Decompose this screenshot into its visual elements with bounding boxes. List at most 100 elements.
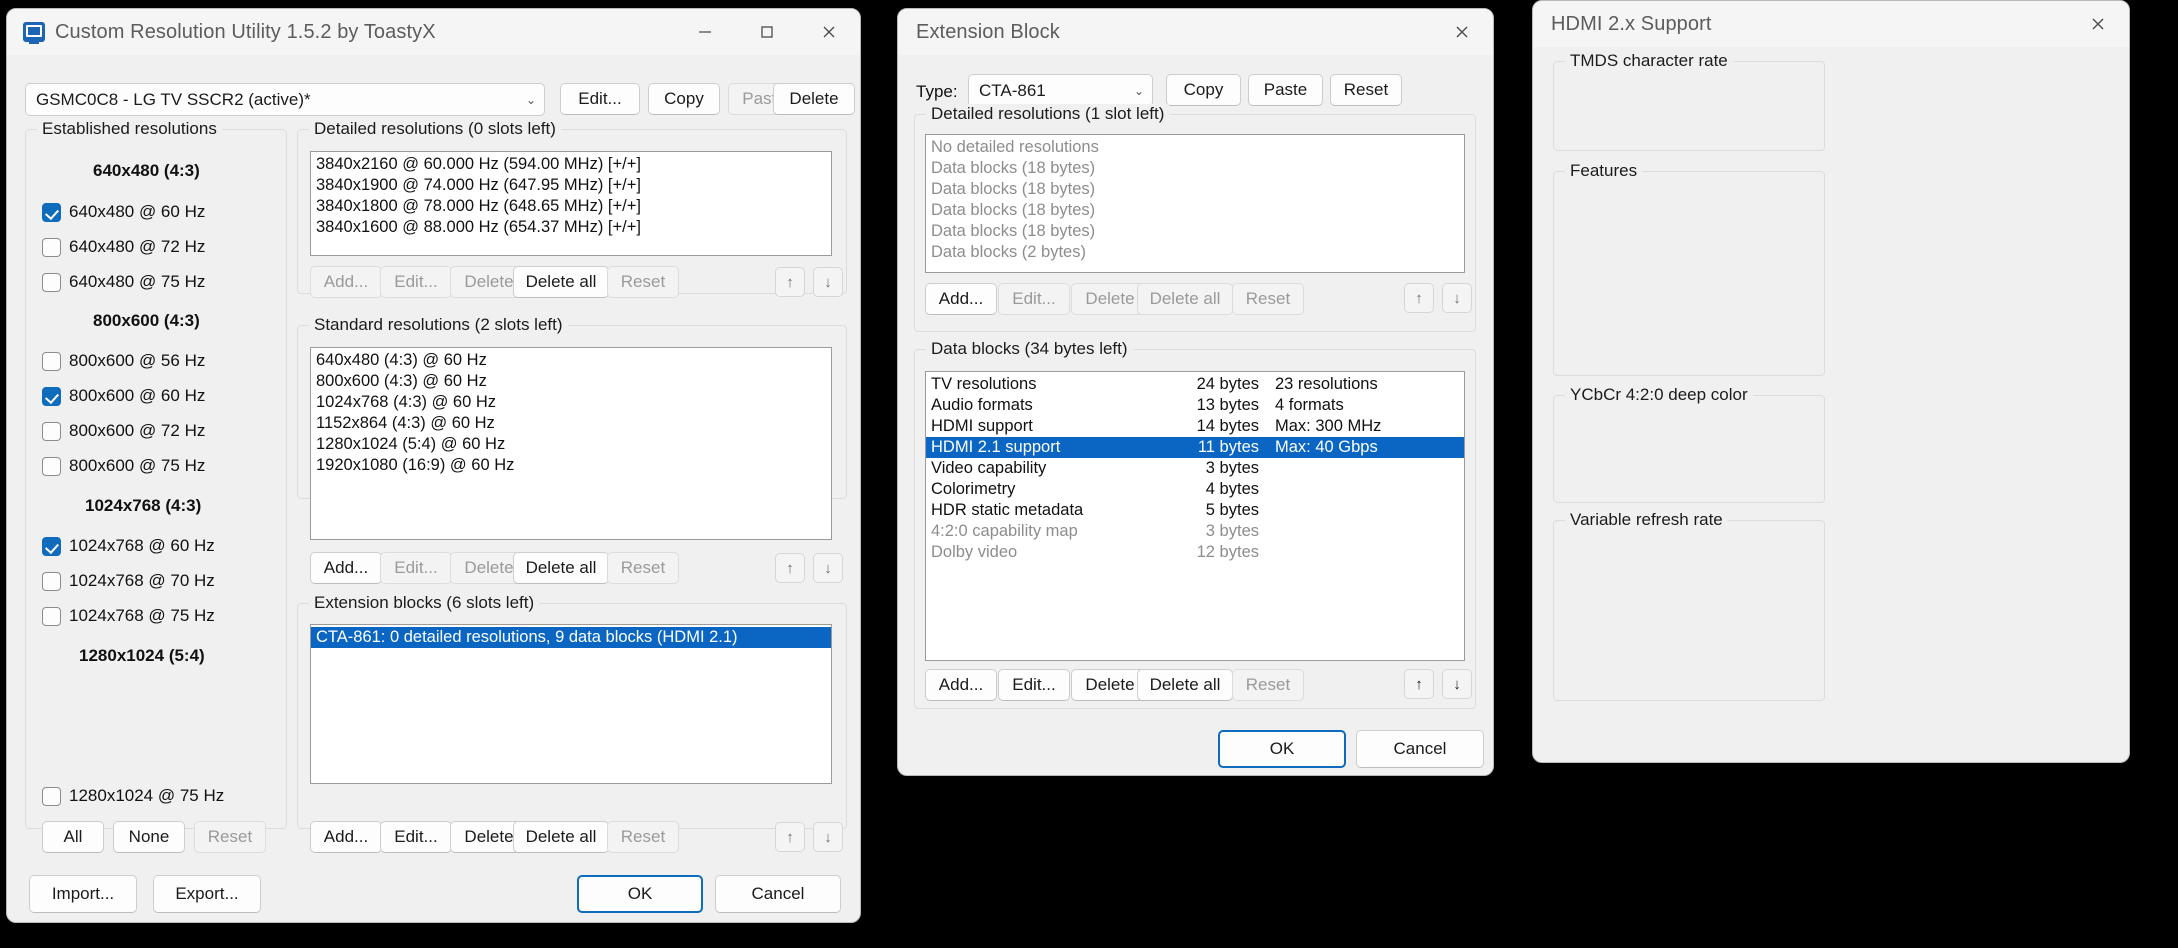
extension-type-select[interactable]: CTA-861 ⌄ [968, 74, 1153, 107]
extension-detailed-add-button[interactable]: Add... [925, 283, 997, 315]
arrow-down-icon[interactable]: ↓ [1442, 669, 1472, 699]
export-button[interactable]: Export... [153, 875, 261, 913]
copy-button[interactable]: Copy [648, 83, 720, 115]
extension-detailed-list[interactable]: No detailed resolutions Data blocks (18 … [925, 134, 1465, 273]
extension-cancel-button[interactable]: Cancel [1356, 730, 1484, 768]
established-item-640x480-60[interactable]: 640x480 @ 60 Hz [42, 202, 205, 222]
data-block-info: Max: 300 MHz [1275, 417, 1382, 435]
checkbox-icon[interactable] [42, 786, 61, 806]
detailed-resolutions-list[interactable]: 3840x2160 @ 60.000 Hz (594.00 MHz) [+/+]… [310, 151, 832, 256]
arrow-up-icon[interactable]: ↑ [775, 267, 805, 297]
table-row[interactable]: Colorimetry 4 bytes [926, 479, 1464, 500]
arrow-down-icon[interactable]: ↓ [813, 822, 843, 852]
arrow-down-icon[interactable]: ↓ [813, 553, 843, 583]
arrow-up-icon[interactable]: ↑ [775, 822, 805, 852]
established-all-button[interactable]: All [42, 821, 104, 853]
established-item-800x600-60[interactable]: 800x600 @ 60 Hz [42, 386, 205, 406]
list-item[interactable]: Data blocks (18 bytes) [926, 200, 1464, 221]
checkbox-icon[interactable] [42, 202, 61, 222]
established-item-640x480-72[interactable]: 640x480 @ 72 Hz [42, 237, 205, 257]
ok-button[interactable]: OK [577, 875, 703, 913]
standard-resolutions-list[interactable]: 640x480 (4:3) @ 60 Hz 800x600 (4:3) @ 60… [310, 347, 832, 540]
table-row[interactable]: TV resolutions 24 bytes 23 resolutions [926, 374, 1464, 395]
table-row[interactable]: Dolby video 12 bytes [926, 542, 1464, 563]
close-icon[interactable] [1431, 9, 1493, 55]
table-row[interactable]: HDR static metadata 5 bytes [926, 500, 1464, 521]
arrow-down-icon[interactable]: ↓ [1442, 283, 1472, 313]
list-item[interactable]: 640x480 (4:3) @ 60 Hz [311, 350, 831, 371]
checkbox-icon[interactable] [42, 351, 61, 371]
list-item[interactable]: 1152x864 (4:3) @ 60 Hz [311, 413, 831, 434]
extension-ok-button[interactable]: OK [1218, 730, 1346, 768]
established-item-1024x768-60[interactable]: 1024x768 @ 60 Hz [42, 536, 215, 556]
list-item[interactable]: No detailed resolutions [926, 137, 1464, 158]
checkbox-icon[interactable] [42, 237, 61, 257]
list-item[interactable]: Data blocks (18 bytes) [926, 179, 1464, 200]
list-item[interactable]: 1920x1080 (16:9) @ 60 Hz [311, 455, 831, 476]
established-item-640x480-75[interactable]: 640x480 @ 75 Hz [42, 272, 205, 292]
list-item[interactable]: 1280x1024 (5:4) @ 60 Hz [311, 434, 831, 455]
table-row[interactable]: HDMI support 14 bytes Max: 300 MHz [926, 416, 1464, 437]
import-button[interactable]: Import... [29, 875, 137, 913]
checkbox-icon[interactable] [42, 571, 61, 591]
cancel-button[interactable]: Cancel [715, 875, 841, 913]
list-item[interactable]: 3840x2160 @ 60.000 Hz (594.00 MHz) [+/+] [311, 154, 831, 175]
arrow-up-icon[interactable]: ↑ [1404, 283, 1434, 313]
list-item[interactable]: 3840x1900 @ 74.000 Hz (647.95 MHz) [+/+] [311, 175, 831, 196]
monitor-select[interactable]: GSMC0C8 - LG TV SSCR2 (active)* ⌄ [25, 83, 545, 116]
extblocks-edit-button[interactable]: Edit... [380, 821, 452, 853]
extension-paste-button[interactable]: Paste [1248, 74, 1323, 106]
extblocks-delete-all-button[interactable]: Delete all [513, 821, 609, 853]
established-resolutions-label: Established resolutions [37, 119, 222, 139]
checkbox-icon[interactable] [42, 456, 61, 476]
table-row[interactable]: 4:2:0 capability map 3 bytes [926, 521, 1464, 542]
checkbox-icon[interactable] [42, 421, 61, 441]
arrow-down-icon[interactable]: ↓ [813, 267, 843, 297]
data-block-name: Colorimetry [931, 480, 1016, 498]
established-item-1024x768-70[interactable]: 1024x768 @ 70 Hz [42, 571, 215, 591]
edit-button[interactable]: Edit... [560, 83, 640, 115]
established-item-1024x768-75[interactable]: 1024x768 @ 75 Hz [42, 606, 215, 626]
list-item[interactable]: 1024x768 (4:3) @ 60 Hz [311, 392, 831, 413]
extension-copy-button[interactable]: Copy [1166, 74, 1241, 106]
detailed-delete-all-button[interactable]: Delete all [513, 266, 609, 298]
checkbox-icon[interactable] [42, 606, 61, 626]
established-item-800x600-56[interactable]: 800x600 @ 56 Hz [42, 351, 205, 371]
data-blocks-edit-button[interactable]: Edit... [998, 669, 1070, 701]
extension-data-blocks-list[interactable]: TV resolutions 24 bytes 23 resolutions A… [925, 371, 1465, 661]
established-none-button[interactable]: None [113, 821, 185, 853]
list-item[interactable]: CTA-861: 0 detailed resolutions, 9 data … [311, 627, 831, 648]
close-icon[interactable] [2067, 1, 2129, 47]
minimize-icon[interactable] [674, 9, 736, 55]
data-block-size: 24 bytes [1196, 375, 1259, 393]
list-item[interactable]: Data blocks (2 bytes) [926, 242, 1464, 263]
established-item-1280x1024-75[interactable]: 1280x1024 @ 75 Hz [42, 786, 224, 806]
table-row[interactable]: Video capability 3 bytes [926, 458, 1464, 479]
list-item[interactable]: Data blocks (18 bytes) [926, 221, 1464, 242]
established-item-800x600-75[interactable]: 800x600 @ 75 Hz [42, 456, 205, 476]
standard-delete-all-button[interactable]: Delete all [513, 552, 609, 584]
checkbox-icon[interactable] [42, 272, 61, 292]
maximize-icon[interactable] [736, 9, 798, 55]
established-item-800x600-72[interactable]: 800x600 @ 72 Hz [42, 421, 205, 441]
list-item[interactable]: 3840x1600 @ 88.000 Hz (654.37 MHz) [+/+] [311, 217, 831, 238]
data-blocks-delete-all-button[interactable]: Delete all [1137, 669, 1233, 701]
extblocks-add-button[interactable]: Add... [310, 821, 382, 853]
table-row[interactable]: HDMI 2.1 support 11 bytes Max: 40 Gbps [926, 437, 1464, 458]
extension-blocks-list[interactable]: CTA-861: 0 detailed resolutions, 9 data … [310, 624, 832, 784]
checkbox-icon[interactable] [42, 536, 61, 556]
delete-button[interactable]: Delete [773, 83, 855, 115]
standard-resolutions-label: Standard resolutions (2 slots left) [309, 315, 568, 335]
close-icon[interactable] [798, 9, 860, 55]
data-blocks-add-button[interactable]: Add... [925, 669, 997, 701]
extension-reset-button[interactable]: Reset [1330, 74, 1402, 106]
established-item-label: 800x600 @ 60 Hz [69, 386, 206, 405]
list-item[interactable]: 800x600 (4:3) @ 60 Hz [311, 371, 831, 392]
checkbox-icon[interactable] [42, 386, 61, 406]
list-item[interactable]: Data blocks (18 bytes) [926, 158, 1464, 179]
table-row[interactable]: Audio formats 13 bytes 4 formats [926, 395, 1464, 416]
arrow-up-icon[interactable]: ↑ [775, 553, 805, 583]
list-item[interactable]: 3840x1800 @ 78.000 Hz (648.65 MHz) [+/+] [311, 196, 831, 217]
standard-add-button[interactable]: Add... [310, 552, 382, 584]
arrow-up-icon[interactable]: ↑ [1404, 669, 1434, 699]
